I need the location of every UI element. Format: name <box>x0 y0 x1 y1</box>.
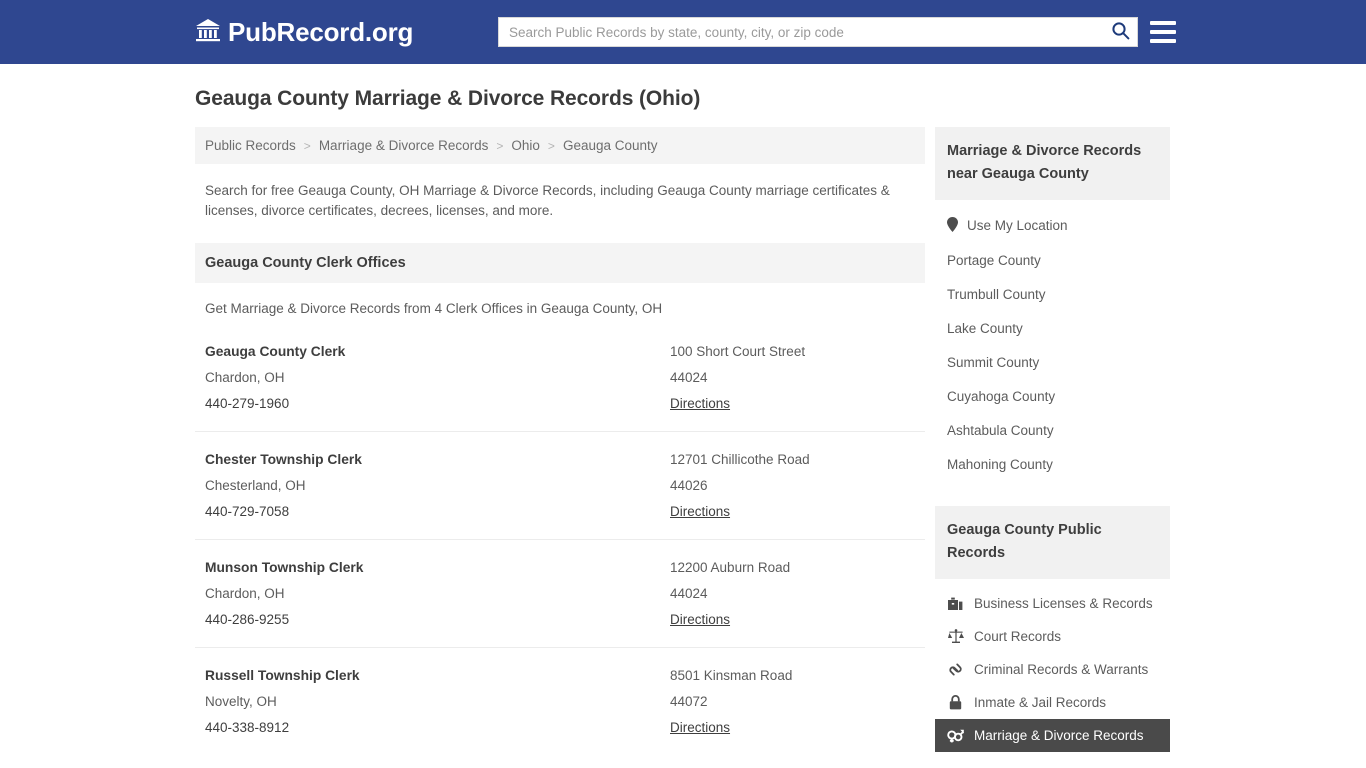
sidebar-item-label: Marriage & Divorce Records <box>974 728 1144 743</box>
breadcrumb-item-public-records[interactable]: Public Records <box>205 138 296 153</box>
office-row: Chester Township Clerk Chesterland, OH 4… <box>195 432 925 540</box>
bank-icon <box>195 18 221 47</box>
sidebar-item-label: Inmate & Jail Records <box>974 695 1107 710</box>
main-content: Public Records > Marriage & Divorce Reco… <box>195 127 925 768</box>
office-city: Chardon, OH <box>205 370 285 385</box>
sidebar-item-label: Mahoning County <box>947 457 1053 472</box>
public-records-title: Geauga County Public Records <box>935 506 1170 579</box>
search-bar <box>498 17 1138 47</box>
map-pin-icon <box>947 217 958 235</box>
office-phone: 440-338-8912 <box>205 720 290 735</box>
sidebar-item-label: Use My Location <box>967 218 1068 233</box>
office-row: Geauga County Clerk Chardon, OH 440-279-… <box>195 324 925 432</box>
hamburger-menu-icon[interactable] <box>1150 21 1176 43</box>
sidebar-item-label: Cuyahoga County <box>947 389 1056 404</box>
office-phone: 440-286-9255 <box>205 612 290 627</box>
directions-link[interactable]: Directions <box>670 391 730 417</box>
office-zip-code: 44026 <box>670 478 708 493</box>
breadcrumb-separator: > <box>303 138 311 153</box>
directions-link[interactable]: Directions <box>670 499 730 525</box>
breadcrumb-item-marriage-divorce-records[interactable]: Marriage & Divorce Records <box>319 138 489 153</box>
office-street-address: 12701 Chillicothe Road <box>670 452 810 467</box>
sidebar: Marriage & Divorce Records near Geauga C… <box>935 127 1170 752</box>
sidebar-item-label: Criminal Records & Warrants <box>974 662 1149 677</box>
office-zip-code: 44024 <box>670 586 708 601</box>
breadcrumb-separator: > <box>496 138 504 153</box>
scales-icon <box>947 629 964 644</box>
page-intro-text: Search for free Geauga County, OH Marria… <box>205 183 890 218</box>
sidebar-item-label: Court Records <box>974 629 1062 644</box>
sidebar-item-trumbull-county[interactable]: Trumbull County <box>935 278 1170 312</box>
breadcrumb-item-ohio[interactable]: Ohio <box>511 138 540 153</box>
search-icon <box>1111 21 1130 43</box>
sidebar-item-marriage-divorce-records[interactable]: Marriage & Divorce Records <box>935 719 1170 752</box>
search-button[interactable] <box>1103 18 1137 46</box>
public-records-panel: Geauga County Public Records Business Li… <box>935 506 1170 752</box>
public-records-list: Business Licenses & Records Court Record… <box>935 579 1170 752</box>
clerk-offices-list: Geauga County Clerk Chardon, OH 440-279-… <box>195 324 925 755</box>
search-input[interactable] <box>499 18 1103 46</box>
office-street-address: 100 Short Court Street <box>670 344 806 359</box>
sidebar-item-label: Trumbull County <box>947 287 1046 302</box>
sidebar-item-lake-county[interactable]: Lake County <box>935 312 1170 346</box>
sidebar-item-use-my-location[interactable]: Use My Location <box>935 208 1170 244</box>
sidebar-item-ashtabula-county[interactable]: Ashtabula County <box>935 414 1170 448</box>
sidebar-item-summit-county[interactable]: Summit County <box>935 346 1170 380</box>
sidebar-item-label: Portage County <box>947 253 1041 268</box>
office-primary-info: Russell Township Clerk Novelty, OH 440-3… <box>205 663 670 741</box>
lock-icon <box>947 695 964 710</box>
office-phone: 440-279-1960 <box>205 396 290 411</box>
sidebar-item-label: Ashtabula County <box>947 423 1054 438</box>
sidebar-item-court-records[interactable]: Court Records <box>935 620 1170 653</box>
handcuffs-icon <box>947 662 964 677</box>
office-address-info: 12701 Chillicothe Road 44026 Directions <box>670 447 915 525</box>
briefcase-icon <box>947 597 964 611</box>
office-street-address: 8501 Kinsman Road <box>670 668 793 683</box>
page-title: Geauga County Marriage & Divorce Records… <box>195 87 701 110</box>
office-name: Geauga County Clerk <box>205 344 346 359</box>
office-city: Chesterland, OH <box>205 478 306 493</box>
office-street-address: 12200 Auburn Road <box>670 560 791 575</box>
directions-link[interactable]: Directions <box>670 607 730 633</box>
office-city: Novelty, OH <box>205 694 277 709</box>
office-address-info: 100 Short Court Street 44024 Directions <box>670 339 915 417</box>
office-address-info: 8501 Kinsman Road 44072 Directions <box>670 663 915 741</box>
office-name: Russell Township Clerk <box>205 668 360 683</box>
sidebar-item-business-licenses[interactable]: Business Licenses & Records <box>935 587 1170 620</box>
office-primary-info: Munson Township Clerk Chardon, OH 440-28… <box>205 555 670 633</box>
nearby-county-list: Use My Location Portage County Trumbull … <box>935 200 1170 488</box>
breadcrumb-item-geauga-county[interactable]: Geauga County <box>563 138 658 153</box>
sidebar-item-label: Summit County <box>947 355 1040 370</box>
office-address-info: 12200 Auburn Road 44024 Directions <box>670 555 915 633</box>
site-logo[interactable]: PubRecord.org <box>195 17 413 48</box>
office-city: Chardon, OH <box>205 586 285 601</box>
sidebar-item-label: Business Licenses & Records <box>974 596 1153 611</box>
office-primary-info: Chester Township Clerk Chesterland, OH 4… <box>205 447 670 525</box>
office-primary-info: Geauga County Clerk Chardon, OH 440-279-… <box>205 339 670 417</box>
sidebar-item-label: Lake County <box>947 321 1023 336</box>
office-name: Munson Township Clerk <box>205 560 364 575</box>
section-subheading-clerk-offices: Get Marriage & Divorce Records from 4 Cl… <box>205 301 663 316</box>
sidebar-item-inmate-jail-records[interactable]: Inmate & Jail Records <box>935 686 1170 719</box>
office-zip-code: 44072 <box>670 694 708 709</box>
sidebar-item-cuyahoga-county[interactable]: Cuyahoga County <box>935 380 1170 414</box>
nearby-records-title: Marriage & Divorce Records near Geauga C… <box>935 127 1170 200</box>
sidebar-item-criminal-records[interactable]: Criminal Records & Warrants <box>935 653 1170 686</box>
sidebar-item-portage-county[interactable]: Portage County <box>935 244 1170 278</box>
section-heading-clerk-offices: Geauga County Clerk Offices <box>195 243 925 283</box>
office-name: Chester Township Clerk <box>205 452 362 467</box>
breadcrumb-separator: > <box>547 138 555 153</box>
site-logo-text: PubRecord.org <box>228 16 414 47</box>
breadcrumb: Public Records > Marriage & Divorce Reco… <box>195 127 925 164</box>
office-row: Russell Township Clerk Novelty, OH 440-3… <box>195 648 925 755</box>
office-zip-code: 44024 <box>670 370 708 385</box>
venus-mars-icon <box>947 729 964 743</box>
office-phone: 440-729-7058 <box>205 504 290 519</box>
office-row: Munson Township Clerk Chardon, OH 440-28… <box>195 540 925 648</box>
nearby-records-panel: Marriage & Divorce Records near Geauga C… <box>935 127 1170 488</box>
directions-link[interactable]: Directions <box>670 715 730 741</box>
site-header: PubRecord.org <box>0 0 1366 64</box>
sidebar-item-mahoning-county[interactable]: Mahoning County <box>935 448 1170 482</box>
